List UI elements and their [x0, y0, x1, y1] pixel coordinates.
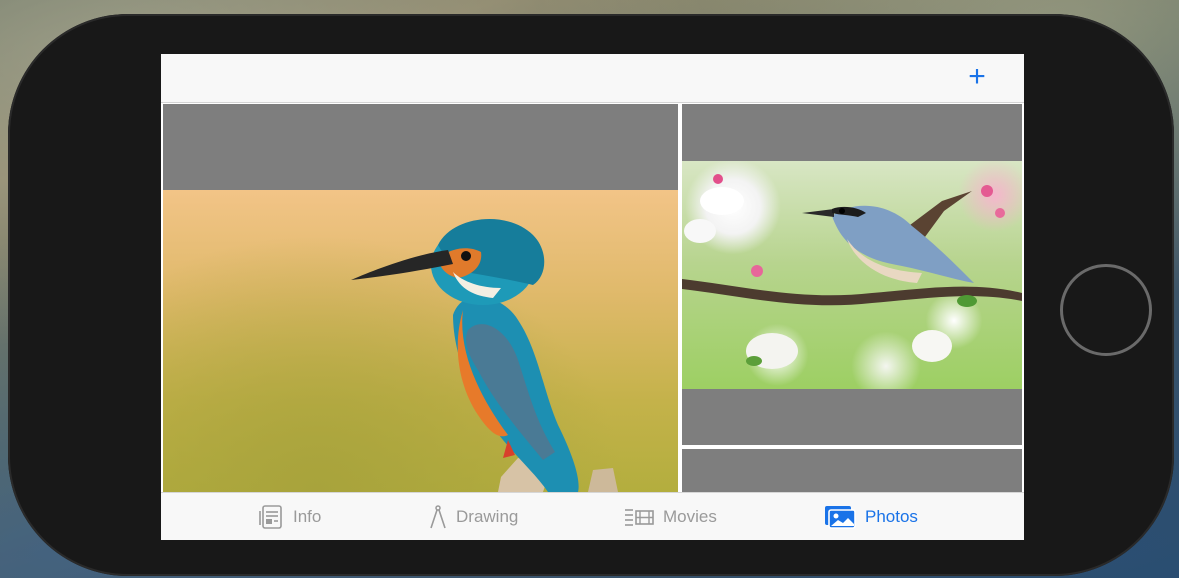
tab-info[interactable]: Info: [257, 493, 321, 540]
photo-cell[interactable]: [163, 104, 678, 492]
tab-movies[interactable]: Movies: [623, 493, 717, 540]
tab-bar: Info Drawing Movies Photos: [161, 492, 1024, 540]
tab-drawing[interactable]: Drawing: [428, 493, 518, 540]
photos-icon: [823, 504, 857, 530]
nuthatch-illustration: [682, 174, 1022, 369]
drawing-icon: [428, 504, 448, 530]
kingfisher-photo: [163, 190, 678, 492]
tab-photos[interactable]: Photos: [823, 493, 918, 540]
app-screen: + Info Drawing Movies Photos: [161, 54, 1024, 540]
info-icon: [257, 503, 285, 531]
home-button[interactable]: [1060, 264, 1152, 356]
navigation-bar: +: [161, 54, 1024, 103]
tab-drawing-label: Drawing: [456, 507, 519, 526]
add-button[interactable]: +: [962, 60, 992, 93]
photo-cell[interactable]: [682, 104, 1022, 445]
tab-info-label: Info: [293, 507, 322, 526]
nuthatch-photo: [682, 161, 1022, 389]
kingfisher-illustration: [351, 218, 618, 492]
plus-icon: +: [968, 60, 986, 93]
tab-photos-label: Photos: [865, 507, 918, 526]
movies-icon: [623, 505, 655, 529]
photo-grid: [161, 104, 1024, 492]
empty-photo-cell[interactable]: [682, 449, 1022, 492]
tab-movies-label: Movies: [663, 507, 717, 526]
